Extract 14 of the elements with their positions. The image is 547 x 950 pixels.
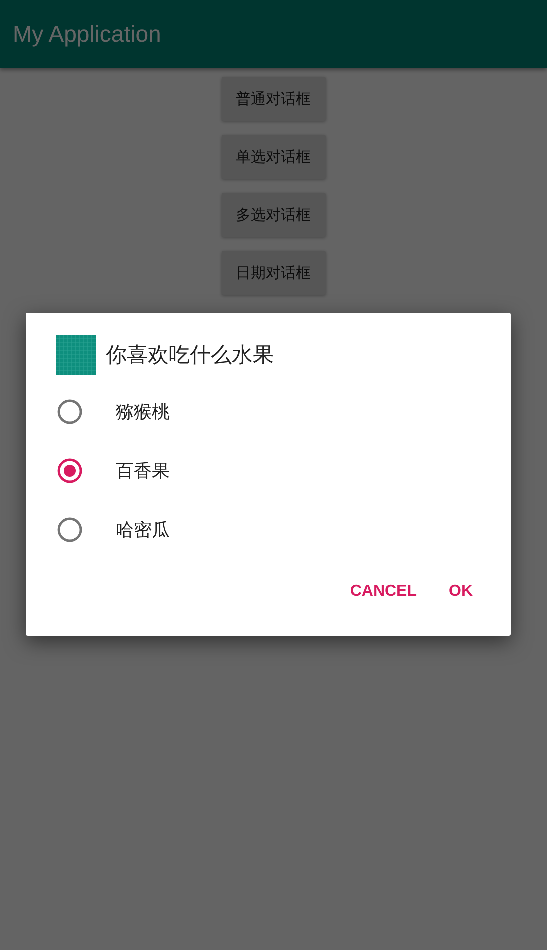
option-label: 哈密瓜 xyxy=(116,518,170,542)
dialog-action-button[interactable]: CANCEL xyxy=(338,575,429,609)
dialog-button[interactable]: 多选对话框 xyxy=(222,193,326,237)
radio-option[interactable]: 猕猴桃 xyxy=(26,382,511,441)
app-title: My Application xyxy=(13,20,162,48)
radio-option[interactable]: 哈密瓜 xyxy=(26,500,511,559)
option-label: 猕猴桃 xyxy=(116,400,170,424)
dialog-button[interactable]: 普通对话框 xyxy=(222,77,326,121)
dialog-button[interactable]: 单选对话框 xyxy=(222,135,326,179)
dialog-button[interactable]: 日期对话框 xyxy=(222,251,326,295)
dialog-action-button[interactable]: OK xyxy=(437,575,485,609)
option-label: 百香果 xyxy=(116,460,170,482)
radio-option[interactable]: 百香果 xyxy=(26,441,511,500)
dialog-title: 你喜欢吃什么水果 xyxy=(106,342,274,369)
